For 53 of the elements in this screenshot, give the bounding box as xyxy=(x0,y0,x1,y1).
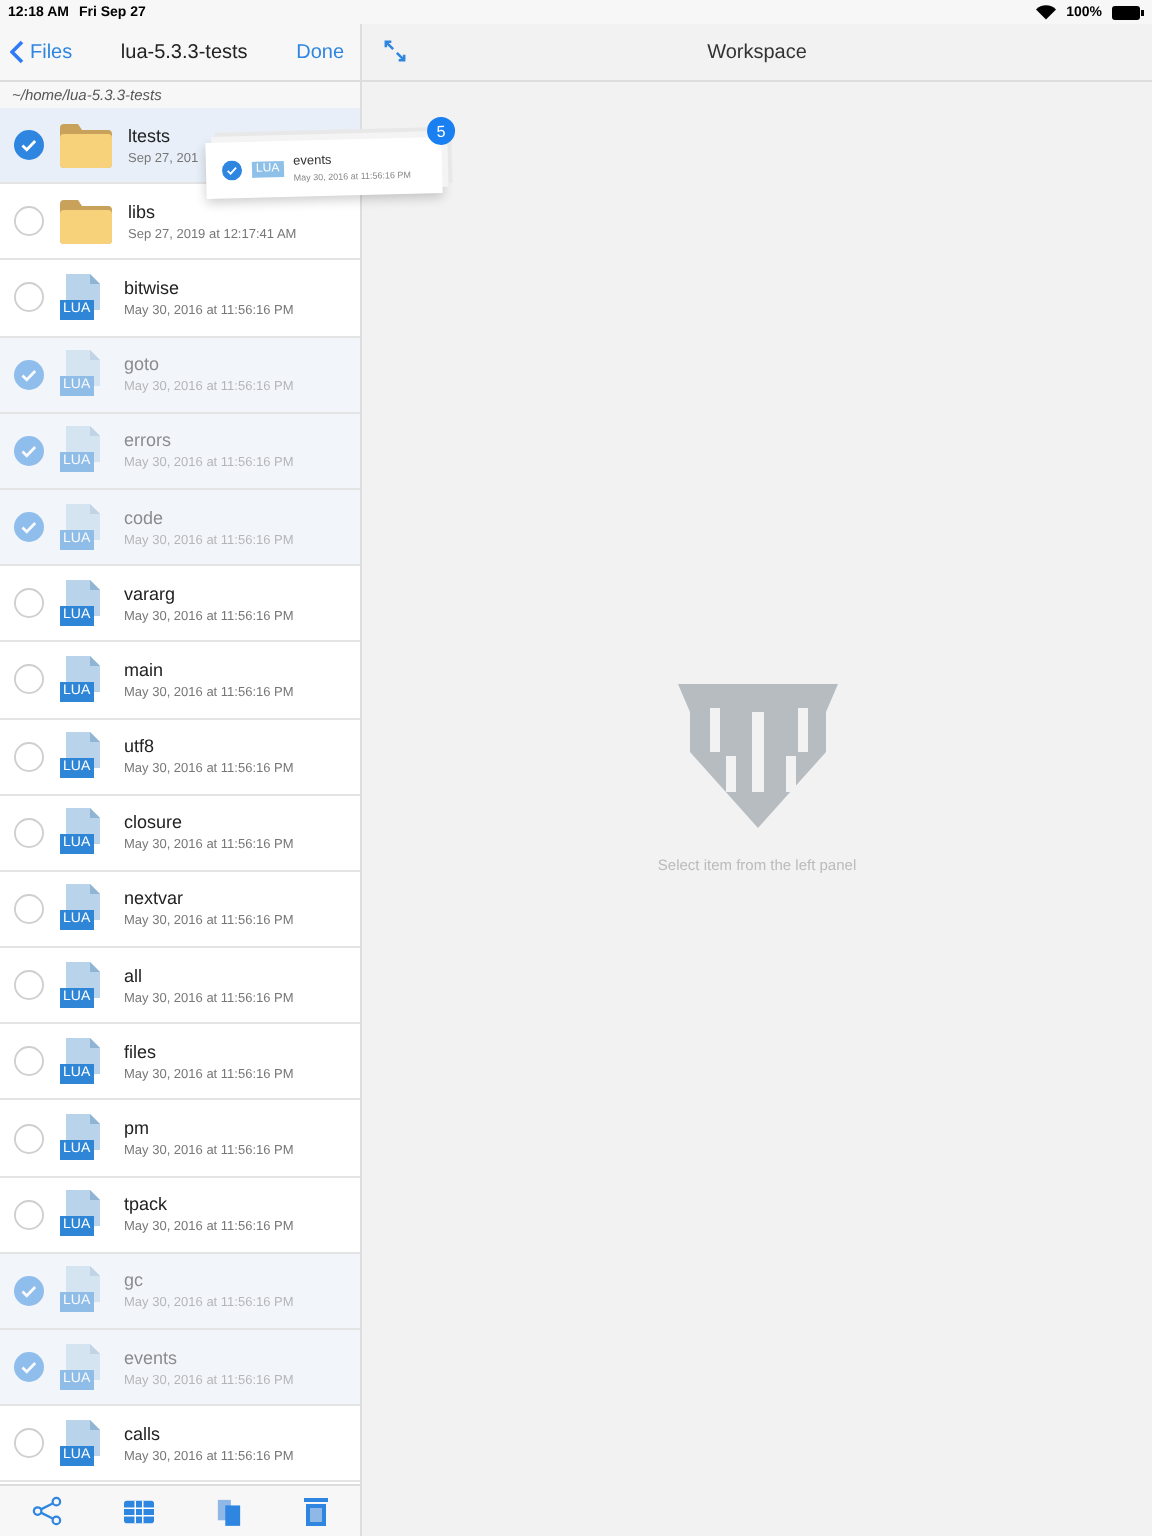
file-name: code xyxy=(124,507,166,528)
unchecked-circle-icon[interactable] xyxy=(14,970,44,1001)
copy-icon[interactable] xyxy=(216,1496,243,1526)
unchecked-circle-icon[interactable] xyxy=(14,1046,44,1077)
file-name: gc xyxy=(124,1270,146,1291)
collapse-icon[interactable] xyxy=(384,40,406,62)
checked-circle-icon xyxy=(221,160,243,181)
unchecked-circle-icon[interactable] xyxy=(14,1199,44,1230)
folder-icon xyxy=(60,199,112,244)
checked-circle-icon[interactable] xyxy=(14,1352,44,1383)
file-name: ltests xyxy=(128,125,173,146)
logo-icon xyxy=(677,684,837,828)
share-icon[interactable] xyxy=(31,1496,62,1526)
file-name: nextvar xyxy=(124,888,186,909)
file-name: errors xyxy=(124,430,174,451)
back-button[interactable]: Files xyxy=(10,40,73,64)
file-name: utf8 xyxy=(124,736,157,757)
file-name: calls xyxy=(124,1423,163,1444)
unchecked-circle-icon[interactable] xyxy=(14,588,44,619)
battery-icon xyxy=(1112,5,1144,19)
unchecked-circle-icon[interactable] xyxy=(14,1123,44,1154)
unchecked-circle-icon[interactable] xyxy=(14,282,44,313)
checked-circle-icon[interactable] xyxy=(14,1275,44,1306)
checked-circle-icon[interactable] xyxy=(14,435,44,466)
unchecked-circle-icon[interactable] xyxy=(14,1428,44,1459)
file-name: vararg xyxy=(124,583,178,604)
unchecked-circle-icon[interactable] xyxy=(14,893,44,924)
checked-circle-icon[interactable] xyxy=(14,512,44,543)
unchecked-circle-icon[interactable] xyxy=(14,206,44,237)
checked-circle-icon[interactable] xyxy=(14,130,44,161)
folder-icon xyxy=(60,123,112,168)
checked-circle-icon[interactable] xyxy=(14,359,44,390)
count-badge: 5 xyxy=(426,116,456,146)
file-name: events xyxy=(124,1347,180,1368)
done-button[interactable]: Done xyxy=(296,41,344,63)
file-name: closure xyxy=(124,812,185,833)
file-name: libs xyxy=(128,201,158,222)
chevron-left-icon xyxy=(10,40,24,64)
file-name: files xyxy=(124,1041,159,1062)
unchecked-circle-icon[interactable] xyxy=(14,817,44,848)
folder-title: lua-5.3.3-tests xyxy=(120,41,248,63)
columns-icon[interactable] xyxy=(123,1499,154,1523)
unchecked-circle-icon[interactable] xyxy=(14,741,44,772)
trash-icon[interactable] xyxy=(304,1496,329,1526)
file-name: all xyxy=(124,965,145,986)
file-name: main xyxy=(124,659,166,680)
wifi-icon xyxy=(1036,4,1057,20)
file-name: bitwise xyxy=(124,277,182,298)
file-name: goto xyxy=(124,354,162,375)
file-name: pm xyxy=(124,1118,152,1139)
file-name: tpack xyxy=(124,1194,170,1215)
workspace-title: Workspace xyxy=(705,41,809,63)
unchecked-circle-icon[interactable] xyxy=(14,664,44,695)
